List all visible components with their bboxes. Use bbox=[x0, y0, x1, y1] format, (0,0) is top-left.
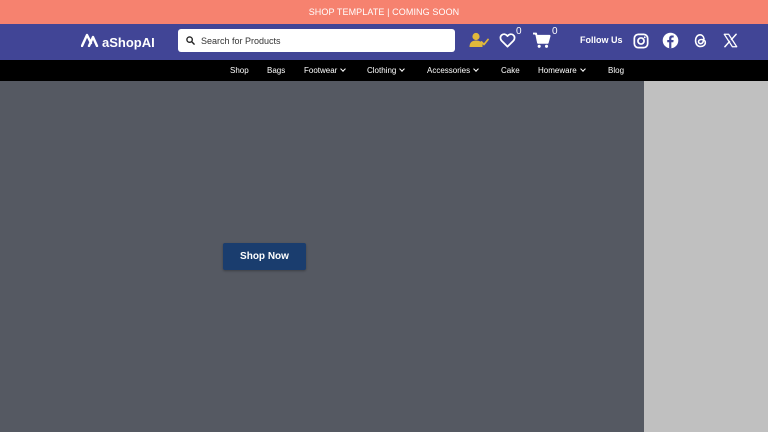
search-placeholder: Search for Products bbox=[201, 35, 281, 46]
hero-banner: Shop Now bbox=[0, 81, 644, 432]
nav-item-bags[interactable]: Bags bbox=[267, 60, 285, 81]
nav-label: Homeware bbox=[538, 66, 577, 75]
nav-item-accessories[interactable]: Accessories bbox=[427, 60, 479, 81]
facebook-icon[interactable] bbox=[661, 31, 679, 49]
nav-label: Blog bbox=[608, 66, 625, 75]
nav-item-homeware[interactable]: Homeware bbox=[538, 60, 586, 81]
threads-icon[interactable] bbox=[692, 31, 709, 49]
nav-item-shop[interactable]: Shop bbox=[230, 60, 249, 81]
nav-label: Shop bbox=[230, 66, 249, 75]
cart-icon[interactable] bbox=[531, 31, 551, 49]
follow-us-label: Follow Us bbox=[580, 35, 623, 45]
announcement-bar: SHOP TEMPLATE | COMING SOON bbox=[0, 0, 768, 24]
nav-label: Clothing bbox=[367, 66, 397, 75]
account-icon[interactable] bbox=[468, 31, 490, 49]
wishlist-heart-icon[interactable] bbox=[498, 32, 516, 48]
site-header: aShopAI Search for Products 0 0 Follow U… bbox=[0, 24, 768, 60]
nav-label: Bags bbox=[267, 66, 286, 75]
main-nav: Shop Bags Footwear Clothing Accessories … bbox=[0, 60, 768, 81]
nav-item-blog[interactable]: Blog bbox=[608, 60, 624, 81]
nav-label: Footwear bbox=[304, 66, 338, 75]
search-icon bbox=[186, 32, 195, 50]
chevron-down-icon bbox=[399, 66, 406, 72]
search-input[interactable]: Search for Products bbox=[178, 29, 455, 52]
logo[interactable]: aShopAI bbox=[80, 33, 155, 52]
side-panel bbox=[644, 81, 768, 432]
logo-mark-icon bbox=[80, 33, 99, 52]
nav-label: Accessories bbox=[427, 66, 471, 75]
nav-item-clothing[interactable]: Clothing bbox=[367, 60, 406, 81]
cart-count: 0 bbox=[552, 26, 558, 37]
logo-text: aShopAI bbox=[102, 34, 155, 50]
x-icon[interactable] bbox=[722, 32, 738, 48]
chevron-down-icon bbox=[473, 66, 479, 72]
shop-now-button[interactable]: Shop Now bbox=[223, 243, 306, 270]
wishlist-count: 0 bbox=[516, 26, 522, 37]
announcement-text: SHOP TEMPLATE | COMING SOON bbox=[308, 7, 460, 17]
nav-item-footwear[interactable]: Footwear bbox=[304, 60, 347, 81]
nav-item-cake[interactable]: Cake bbox=[501, 60, 520, 81]
chevron-down-icon bbox=[340, 66, 347, 72]
chevron-down-icon bbox=[579, 66, 586, 72]
nav-label: Cake bbox=[501, 66, 520, 75]
instagram-icon[interactable] bbox=[632, 32, 649, 49]
